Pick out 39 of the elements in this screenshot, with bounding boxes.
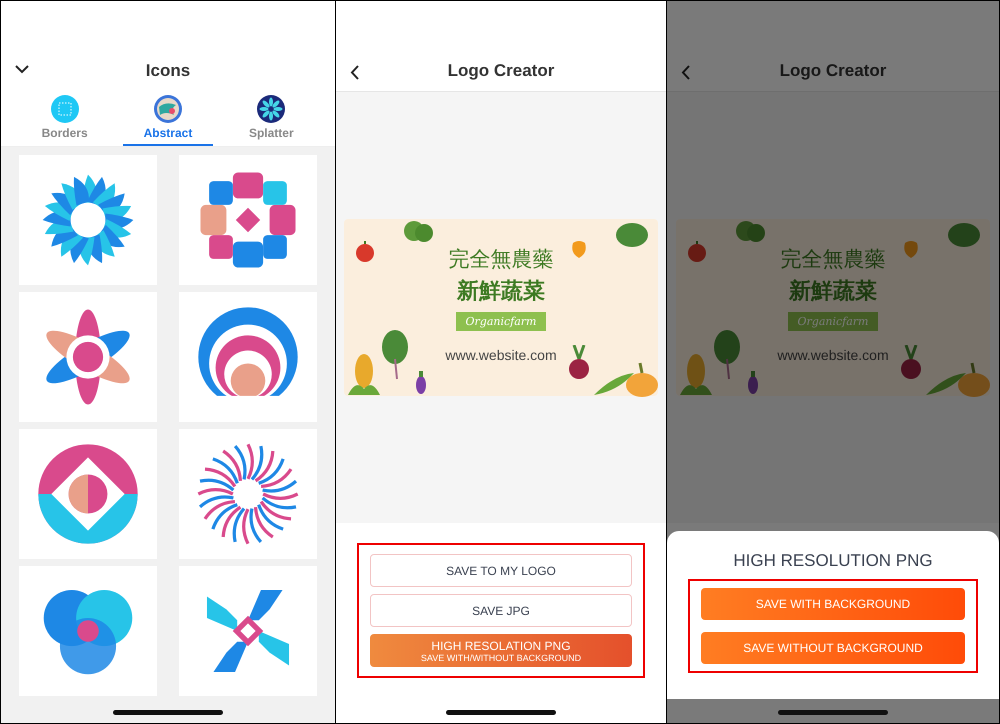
save-option-button[interactable]: SAVE WITH BACKGROUND <box>701 588 965 620</box>
logo-icon-card[interactable] <box>179 292 317 422</box>
logo-headline: 完全無農藥 <box>780 247 886 273</box>
abstract-pattern-icon <box>154 95 182 123</box>
sheet-title: HIGH RESOLUTION PNG <box>733 551 933 571</box>
eggplant-icon <box>746 369 760 395</box>
screen-title: Icons <box>146 61 190 81</box>
spinach-icon <box>380 329 410 381</box>
logo-subhead: 新鮮蔬菜 <box>789 277 877 305</box>
logo-icon-card[interactable] <box>19 429 157 559</box>
logo-icon-card[interactable] <box>19 155 157 285</box>
category-tab[interactable]: Borders <box>20 95 110 146</box>
tomato-icon <box>686 241 708 263</box>
logo-tagline: Organicfarm <box>788 312 878 331</box>
screen-title: Logo Creator <box>780 61 886 81</box>
logo-headline: 完全無農藥 <box>448 247 554 273</box>
logo-website: www.website.com <box>777 347 889 363</box>
logo-icon-card[interactable] <box>19 566 157 696</box>
peas-and-pumpkin-icon <box>594 361 658 397</box>
logo-tagline: Organicfarm <box>456 312 546 331</box>
logo-subhead: 新鮮蔬菜 <box>457 277 545 305</box>
logo-website: www.website.com <box>445 347 557 363</box>
logo-icon-card[interactable] <box>179 155 317 285</box>
save-button[interactable]: SAVE TO MY LOGO <box>370 554 632 587</box>
category-tab[interactable]: Splatter <box>226 95 316 146</box>
splatter-icon <box>257 95 286 123</box>
back-icon[interactable] <box>350 65 359 80</box>
logo-icon-card[interactable] <box>19 292 157 422</box>
screen-title: Logo Creator <box>448 61 554 81</box>
chevron-down-icon[interactable] <box>15 65 29 74</box>
save-option-button[interactable]: SAVE WITHOUT BACKGROUND <box>701 632 965 664</box>
save-button[interactable]: SAVE JPG <box>370 594 632 627</box>
logo-icon-card[interactable] <box>179 429 317 559</box>
logo-icon-card[interactable] <box>179 566 317 696</box>
tomato-icon <box>354 241 376 263</box>
high-resolution-button[interactable]: HIGH RESOLATION PNG SAVE WITH/WITHOUT BACKGROUND <box>370 634 632 667</box>
eggplant-icon <box>414 369 428 395</box>
spinach-icon <box>712 329 742 381</box>
peas-and-pumpkin-icon <box>926 361 990 397</box>
